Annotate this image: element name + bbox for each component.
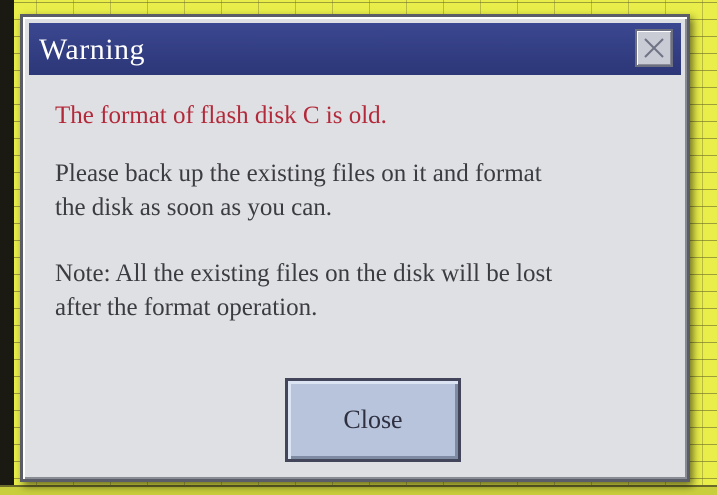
note-line-1: Note: All the existing files on the disk…	[55, 260, 553, 287]
dialog-message: The format of flash disk C is old. Pleas…	[55, 99, 675, 325]
dialog-titlebar: Warning	[29, 23, 681, 75]
warning-dialog: Warning The format of flash disk C is ol…	[20, 14, 690, 482]
close-x-glyph	[644, 38, 664, 58]
close-icon[interactable]	[635, 29, 673, 67]
dialog-title: Warning	[39, 33, 146, 66]
warning-message: The format of flash disk C is old.	[55, 102, 387, 129]
message-body-line-1: Please back up the existing files on it …	[55, 160, 542, 187]
background-bottom-strip	[0, 485, 717, 495]
close-button-label: Close	[343, 405, 403, 434]
screen-bezel-left	[0, 0, 14, 495]
note-line-2: after the format operation.	[55, 294, 318, 321]
message-body-line-2: the disk as soon as you can.	[55, 194, 333, 221]
close-button[interactable]: Close	[285, 378, 461, 462]
